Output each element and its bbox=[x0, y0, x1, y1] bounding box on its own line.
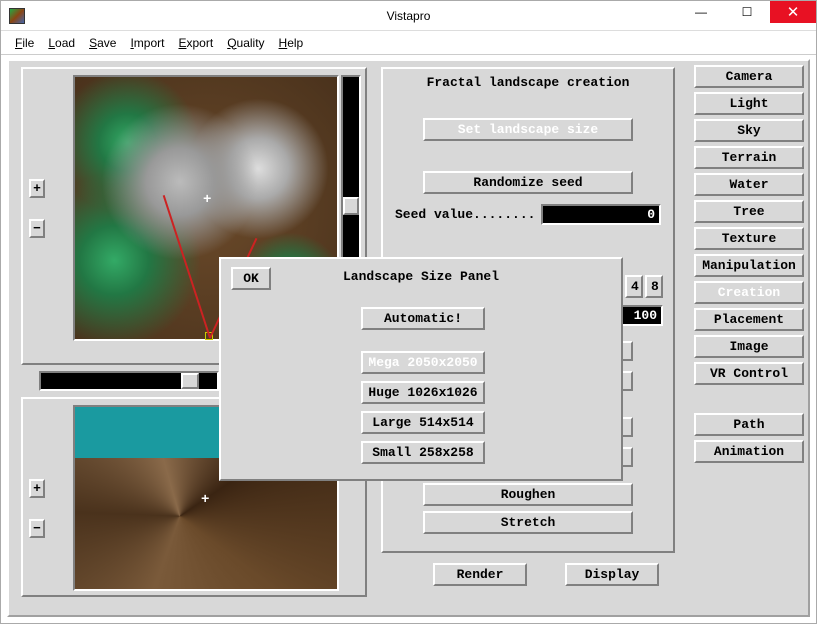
seed-value-field[interactable]: 0 bbox=[541, 204, 661, 225]
sidebar-tree[interactable]: Tree bbox=[694, 200, 804, 223]
map-horizontal-slider-thumb[interactable] bbox=[181, 373, 199, 389]
sidebar-creation[interactable]: Creation bbox=[694, 281, 804, 304]
render-zoom-out-button[interactable]: − bbox=[29, 519, 45, 538]
dialog-title: Landscape Size Panel bbox=[221, 269, 621, 284]
close-button[interactable]: ✕ bbox=[770, 1, 816, 23]
menu-quality[interactable]: Quality bbox=[227, 36, 264, 50]
map-vertical-slider-thumb[interactable] bbox=[343, 197, 359, 215]
sidebar-terrain[interactable]: Terrain bbox=[694, 146, 804, 169]
small-size-button[interactable]: Small 258x258 bbox=[361, 441, 485, 464]
map-horizontal-slider[interactable] bbox=[39, 371, 219, 391]
render-zoom-in-button[interactable]: + bbox=[29, 479, 45, 498]
large-size-button[interactable]: Large 514x514 bbox=[361, 411, 485, 434]
landscape-size-dialog: OK Landscape Size Panel Automatic! Mega … bbox=[219, 257, 623, 481]
set-landscape-size-button[interactable]: Set landscape size bbox=[423, 118, 633, 141]
randomize-seed-button[interactable]: Randomize seed bbox=[423, 171, 633, 194]
divisor-8-button[interactable]: 8 bbox=[645, 275, 663, 298]
menubar: File Load Save Import Export Quality Hel… bbox=[1, 31, 816, 55]
minimize-button[interactable]: — bbox=[678, 1, 724, 23]
fractal-title: Fractal landscape creation bbox=[383, 69, 673, 96]
seed-label: Seed value........ bbox=[395, 207, 535, 222]
seed-row: Seed value........ 0 bbox=[395, 204, 661, 225]
window-buttons: — ☐ ✕ bbox=[678, 1, 816, 23]
menu-save[interactable]: Save bbox=[89, 36, 116, 50]
sidebar-sky[interactable]: Sky bbox=[694, 119, 804, 142]
render-crosshair-icon: + bbox=[201, 495, 209, 505]
sidebar-placement[interactable]: Placement bbox=[694, 308, 804, 331]
automatic-button[interactable]: Automatic! bbox=[361, 307, 485, 330]
sidebar-vr-control[interactable]: VR Control bbox=[694, 362, 804, 385]
display-button[interactable]: Display bbox=[565, 563, 659, 586]
roughen-button[interactable]: Roughen bbox=[423, 483, 633, 506]
app-icon bbox=[9, 8, 25, 24]
menu-export[interactable]: Export bbox=[178, 36, 213, 50]
sidebar-texture[interactable]: Texture bbox=[694, 227, 804, 250]
view-line-2 bbox=[163, 195, 211, 338]
sidebar-animation[interactable]: Animation bbox=[694, 440, 804, 463]
map-zoom-in-button[interactable]: + bbox=[29, 179, 45, 198]
sidebar-path[interactable]: Path bbox=[694, 413, 804, 436]
mega-size-button[interactable]: Mega 2050x2050 bbox=[361, 351, 485, 374]
menu-load[interactable]: Load bbox=[48, 36, 75, 50]
sidebar-light[interactable]: Light bbox=[694, 92, 804, 115]
map-zoom-out-button[interactable]: − bbox=[29, 219, 45, 238]
menu-help[interactable]: Help bbox=[279, 36, 304, 50]
titlebar: Vistapro — ☐ ✕ bbox=[1, 1, 816, 31]
menu-import[interactable]: Import bbox=[130, 36, 164, 50]
sidebar-image[interactable]: Image bbox=[694, 335, 804, 358]
render-button[interactable]: Render bbox=[433, 563, 527, 586]
crosshair-icon: + bbox=[203, 195, 211, 205]
workspace: + + − + + − Fractal landscape creation S… bbox=[7, 59, 810, 617]
maximize-button[interactable]: ☐ bbox=[724, 1, 770, 23]
stretch-button[interactable]: Stretch bbox=[423, 511, 633, 534]
divisor-4-button[interactable]: 4 bbox=[625, 275, 643, 298]
sidebar-manipulation[interactable]: Manipulation bbox=[694, 254, 804, 277]
sidebar: Camera Light Sky Terrain Water Tree Text… bbox=[694, 65, 804, 463]
menu-file[interactable]: File bbox=[15, 36, 34, 50]
sidebar-water[interactable]: Water bbox=[694, 173, 804, 196]
huge-size-button[interactable]: Huge 1026x1026 bbox=[361, 381, 485, 404]
sidebar-camera[interactable]: Camera bbox=[694, 65, 804, 88]
